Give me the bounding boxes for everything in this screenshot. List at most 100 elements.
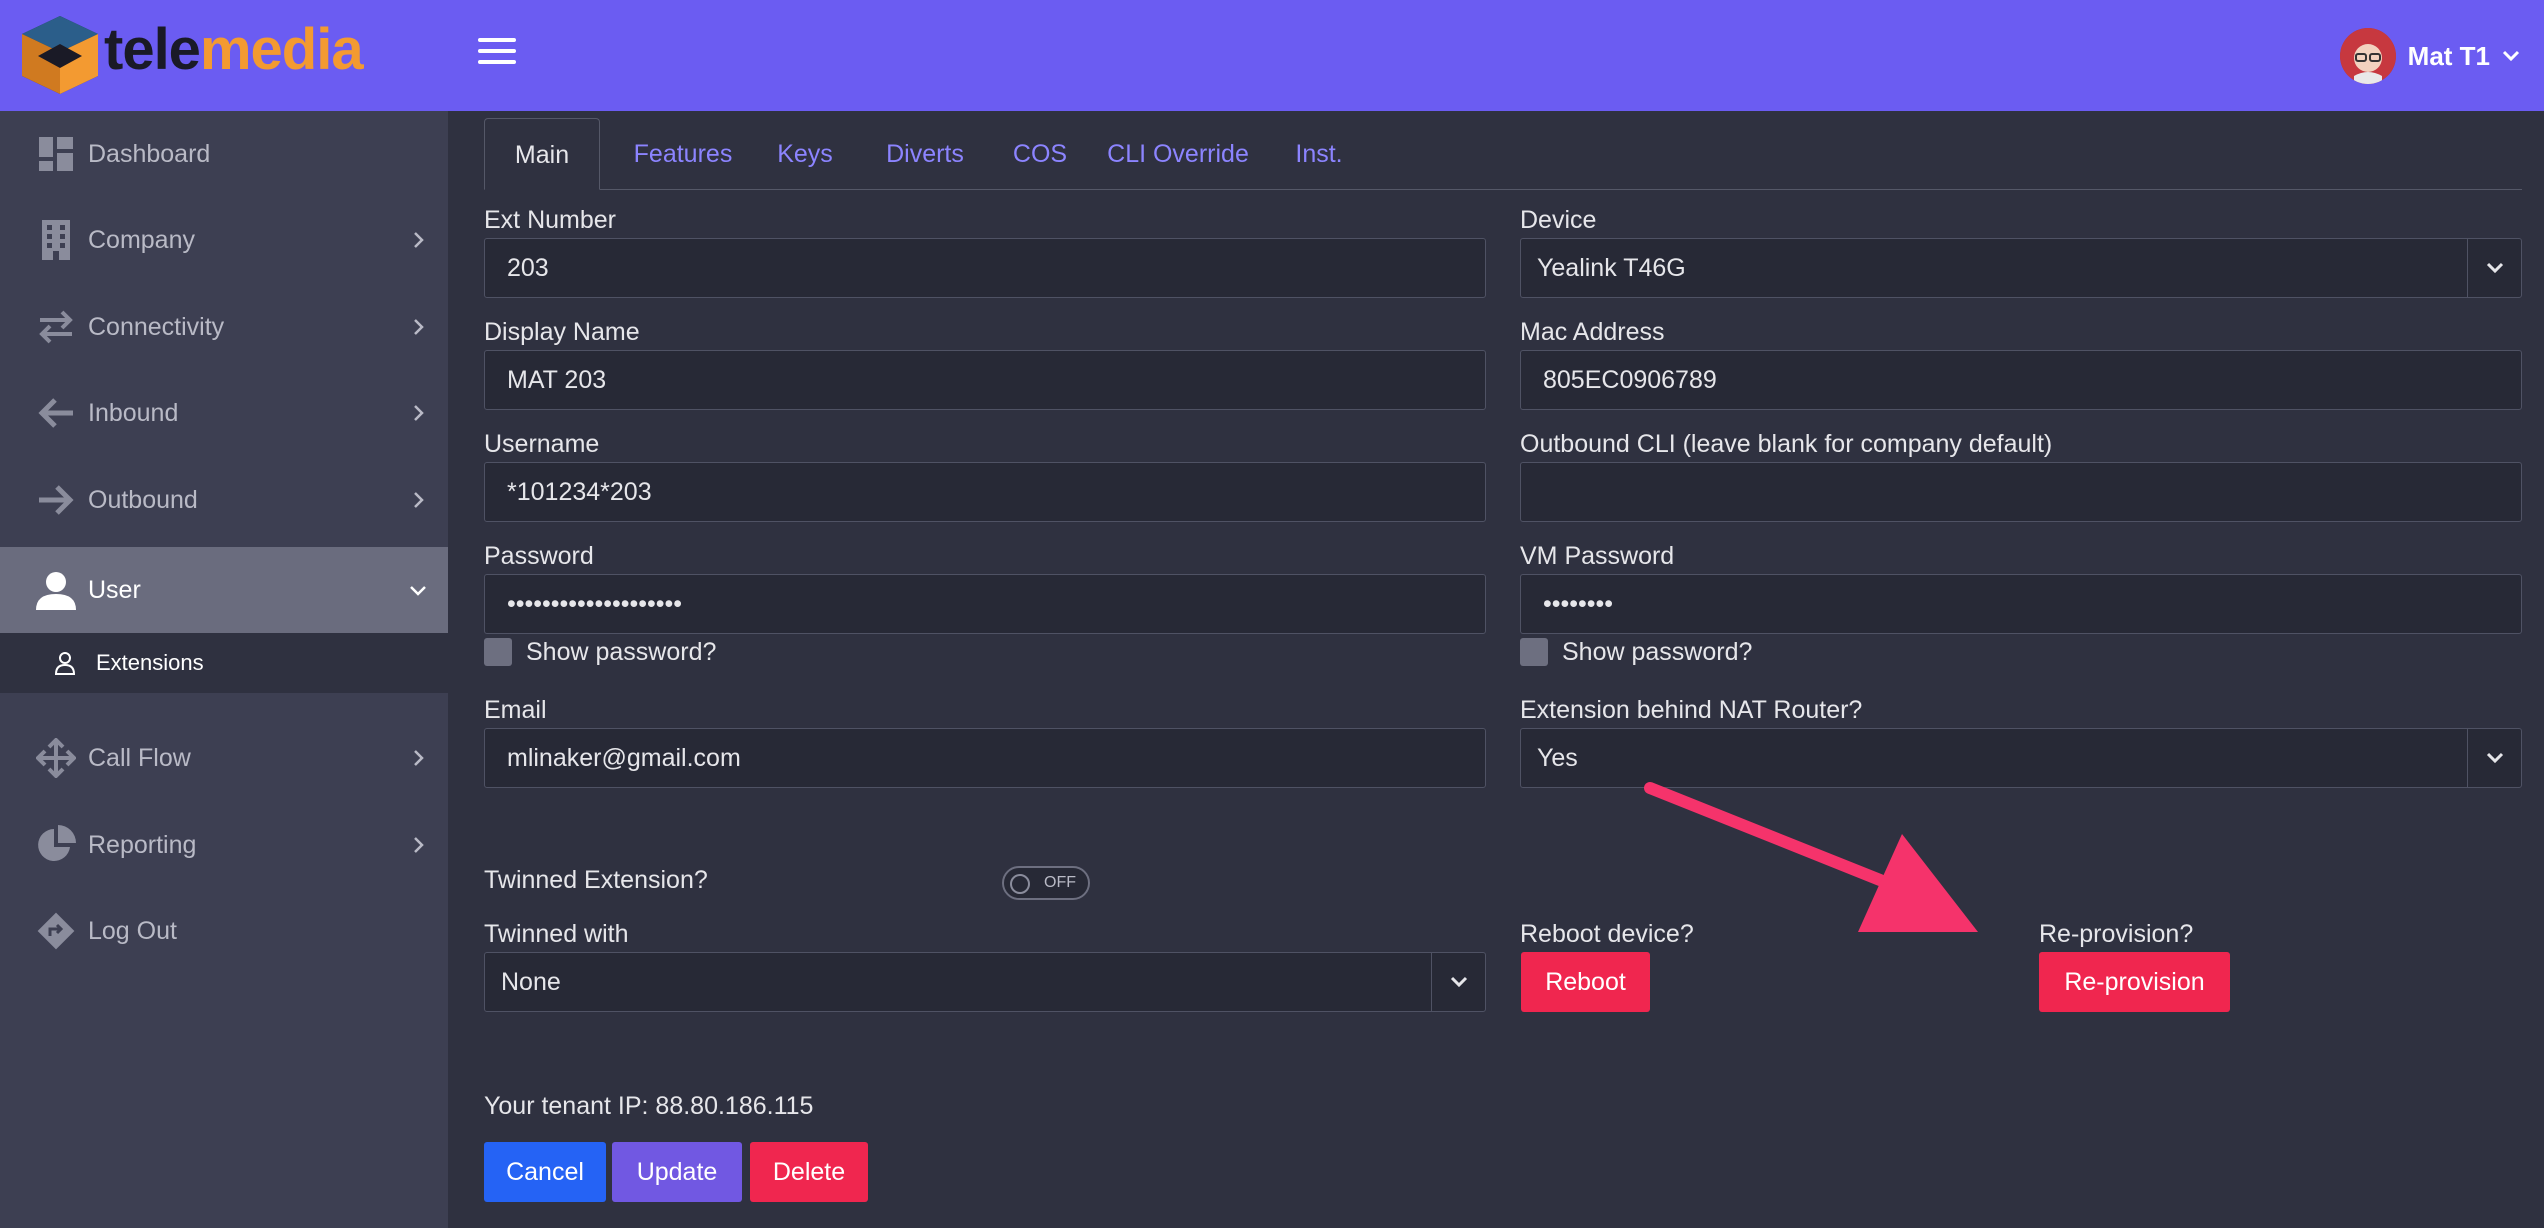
avatar xyxy=(2339,28,2396,84)
sidebar-item-label: Call Flow xyxy=(88,743,191,772)
brand-logo[interactable]: telemedia xyxy=(104,16,364,83)
tab-cli-override[interactable]: CLI Override xyxy=(1098,118,1258,190)
sidebar-item-call-flow[interactable]: Call Flow xyxy=(0,715,448,801)
sidebar-item-company[interactable]: Company xyxy=(0,197,448,283)
reboot-button[interactable]: Reboot xyxy=(1521,952,1650,1012)
sidebar-item-connectivity[interactable]: Connectivity xyxy=(0,284,448,370)
email-label: Email xyxy=(484,696,547,724)
sidebar-item-inbound[interactable]: Inbound xyxy=(0,370,448,456)
chevron-down-icon xyxy=(1431,953,1485,1011)
sidebar-item-label: Reporting xyxy=(88,830,197,859)
vm-password-label: VM Password xyxy=(1520,542,1675,570)
nat-router-select-value: Yes xyxy=(1537,744,1578,772)
tenant-ip-text: Your tenant IP: 88.80.186.115 xyxy=(484,1092,814,1120)
nat-router-select[interactable]: Yes xyxy=(1520,728,2522,788)
tab-cos[interactable]: COS xyxy=(1010,118,1070,190)
arrow-right-icon xyxy=(36,480,76,520)
toggle-knob xyxy=(1010,874,1030,894)
vm-show-password-label: Show password? xyxy=(1562,638,1753,666)
chevron-right-icon xyxy=(414,492,424,508)
chevron-right-icon xyxy=(414,750,424,766)
sidebar-subitem-label: Extensions xyxy=(96,650,204,675)
display-name-label: Display Name xyxy=(484,318,640,346)
sidebar-item-label: Outbound xyxy=(88,485,198,514)
dashboard-icon xyxy=(36,134,76,174)
annotation-arrow-icon xyxy=(1644,782,1978,932)
twinned-with-select-value: None xyxy=(501,968,561,996)
building-icon xyxy=(36,220,76,260)
sidebar-item-label: User xyxy=(88,575,141,604)
password-field[interactable]: •••••••••••••••••••• xyxy=(484,574,1486,634)
cancel-button[interactable]: Cancel xyxy=(484,1142,606,1202)
chevron-down-icon xyxy=(2502,50,2520,62)
chevron-down-icon xyxy=(410,586,426,596)
top-bar: telemedia Mat T1 xyxy=(0,0,2544,111)
sidebar-item-log-out[interactable]: Log Out xyxy=(0,888,448,974)
sidebar-item-user[interactable]: User xyxy=(0,547,448,633)
pie-chart-icon xyxy=(36,825,76,865)
username-label: Username xyxy=(484,430,600,458)
outbound-cli-field[interactable] xyxy=(1520,462,2522,522)
twinned-extension-label: Twinned Extension? xyxy=(484,866,708,894)
chevron-right-icon xyxy=(414,319,424,335)
twinned-with-select[interactable]: None xyxy=(484,952,1486,1012)
sidebar-item-label: Company xyxy=(88,225,195,254)
show-password-checkbox[interactable] xyxy=(484,638,512,666)
sidebar-item-outbound[interactable]: Outbound xyxy=(0,457,448,543)
tab-bar: Main Features Keys Diverts COS CLI Overr… xyxy=(484,118,2522,190)
toggle-state-label: OFF xyxy=(1044,874,1076,891)
twinned-with-label: Twinned with xyxy=(484,920,629,948)
reprovision-button[interactable]: Re-provision xyxy=(2039,952,2230,1012)
vm-password-field[interactable]: •••••••• xyxy=(1520,574,2522,634)
outbound-cli-label: Outbound CLI (leave blank for company de… xyxy=(1520,430,2053,458)
delete-button[interactable]: Delete xyxy=(750,1142,868,1202)
chevron-right-icon xyxy=(414,837,424,853)
show-password-label: Show password? xyxy=(526,638,717,666)
tab-keys[interactable]: Keys xyxy=(772,118,838,190)
menu-toggle-icon[interactable] xyxy=(478,38,516,68)
update-button[interactable]: Update xyxy=(612,1142,742,1202)
sidebar: Dashboard Company Connectivity Inbound O… xyxy=(0,111,448,1228)
arrow-left-icon xyxy=(36,393,76,433)
tab-inst[interactable]: Inst. xyxy=(1284,118,1354,190)
user-name: Mat T1 xyxy=(2407,40,2490,71)
sidebar-item-label: Connectivity xyxy=(88,312,225,341)
sidebar-item-label: Inbound xyxy=(88,398,179,427)
brand-part-1: tele xyxy=(104,17,201,82)
display-name-field[interactable]: MAT 203 xyxy=(484,350,1486,410)
device-label: Device xyxy=(1520,206,1597,234)
password-label: Password xyxy=(484,542,594,570)
chevron-right-icon xyxy=(414,232,424,248)
chevron-right-icon xyxy=(414,405,424,421)
chevron-down-icon xyxy=(2467,729,2521,787)
user-menu[interactable]: Mat T1 xyxy=(2339,28,2520,84)
twinned-extension-toggle[interactable]: OFF xyxy=(1002,866,1090,900)
device-select-value: Yealink T46G xyxy=(1537,254,1686,282)
tab-diverts[interactable]: Diverts xyxy=(868,118,982,190)
chevron-down-icon xyxy=(2467,239,2521,297)
sidebar-item-label: Log Out xyxy=(88,916,177,945)
tab-features[interactable]: Features xyxy=(624,118,742,190)
username-field[interactable]: *101234*203 xyxy=(484,462,1486,522)
mac-address-label: Mac Address xyxy=(1520,318,1665,346)
sidebar-item-label: Dashboard xyxy=(88,139,211,168)
tab-main[interactable]: Main xyxy=(484,118,600,190)
exchange-arrows-icon xyxy=(36,307,76,347)
sidebar-subitem-extensions[interactable]: Extensions xyxy=(0,633,448,693)
brand-part-2: media xyxy=(199,17,364,82)
nat-router-label: Extension behind NAT Router? xyxy=(1520,696,1863,724)
vm-show-password-checkbox[interactable] xyxy=(1520,638,1548,666)
mac-address-field[interactable]: 805EC0906789 xyxy=(1520,350,2522,410)
move-arrows-icon xyxy=(36,738,76,778)
sidebar-item-reporting[interactable]: Reporting xyxy=(0,802,448,888)
user-icon xyxy=(36,570,76,610)
user-outline-icon xyxy=(54,652,76,675)
email-field[interactable]: mlinaker@gmail.com xyxy=(484,728,1486,788)
directions-sign-icon xyxy=(36,911,76,951)
reprovision-label: Re-provision? xyxy=(2039,920,2194,948)
cube-logo-icon xyxy=(22,16,98,94)
ext-number-field[interactable]: 203 xyxy=(484,238,1486,298)
ext-number-label: Ext Number xyxy=(484,206,616,234)
sidebar-item-dashboard[interactable]: Dashboard xyxy=(0,111,448,197)
device-select[interactable]: Yealink T46G xyxy=(1520,238,2522,298)
